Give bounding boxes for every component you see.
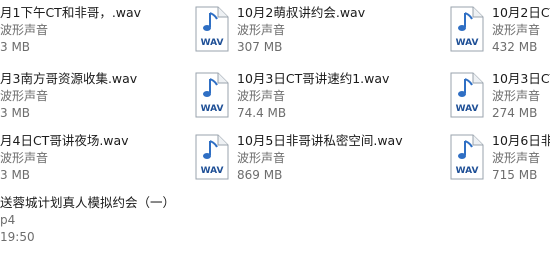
file-type: 波形声音 (492, 151, 541, 165)
file-meta: 送蓉城计划真人模拟约会（一） p4 19:50 (0, 194, 175, 246)
file-type: 波形声音 (492, 23, 541, 37)
wav-badge-text: WAV (456, 38, 479, 48)
file-item[interactable]: WAV 10月2萌叔讲约会.wav 波形声音 307 MB (195, 4, 445, 66)
file-item[interactable]: 送蓉城计划真人模拟约会（一） p4 19:50 (0, 194, 250, 256)
file-name: 10月5日非哥讲私密空间.wav (237, 133, 403, 148)
file-size: 432 MB (492, 40, 538, 54)
file-meta: 10月6日非 波形声音 715 MB (492, 132, 550, 184)
file-size: 307 MB (237, 40, 283, 54)
wav-audio-file-icon: WAV (195, 72, 229, 118)
file-name: 10月2日CT (492, 5, 550, 20)
file-item[interactable]: WAV 10月5日非哥讲私密空间.wav 波形声音 869 MB (195, 132, 445, 194)
file-meta: 10月2日CT 波形声音 432 MB (492, 4, 550, 56)
file-name: 10月3日CT哥讲速约1.wav (237, 71, 390, 86)
file-meta: 月1下午CT和非哥，.wav 波形声音 3 MB (0, 4, 141, 56)
file-name: 送蓉城计划真人模拟约会（一） (0, 195, 176, 210)
file-size: 274 MB (492, 106, 538, 120)
wav-audio-file-icon: WAV (195, 6, 229, 52)
file-type: 波形声音 (237, 151, 286, 165)
wav-audio-file-icon: WAV (450, 6, 484, 52)
file-size: 74.4 MB (237, 106, 287, 120)
file-name: 10月6日非 (492, 133, 550, 148)
file-meta: 10月5日非哥讲私密空间.wav 波形声音 869 MB (237, 132, 403, 184)
file-size: 3 MB (0, 106, 31, 120)
file-type: 波形声音 (0, 151, 49, 165)
file-meta: 月4日CT哥讲夜场.wav 波形声音 3 MB (0, 132, 129, 184)
file-item[interactable]: WAV 10月6日非 波形声音 715 MB (450, 132, 550, 194)
wav-badge-text: WAV (456, 166, 479, 176)
file-type: 波形声音 (237, 23, 286, 37)
file-type: 波形声音 (0, 23, 49, 37)
file-size: 3 MB (0, 40, 31, 54)
file-duration: 19:50 (0, 230, 35, 244)
file-grid: 月1下午CT和非哥，.wav 波形声音 3 MB WAV 10月2萌叔讲约会.w… (0, 0, 550, 252)
wav-audio-file-icon: WAV (450, 72, 484, 118)
wav-audio-file-icon: WAV (450, 134, 484, 180)
file-name: 月1下午CT和非哥，.wav (0, 5, 142, 20)
file-name: 月4日CT哥讲夜场.wav (0, 133, 129, 148)
file-meta: 10月3日CT 波形声音 274 MB (492, 70, 550, 122)
file-size: 869 MB (237, 168, 283, 182)
file-type: 波形声音 (237, 89, 286, 103)
file-type: 波形声音 (492, 89, 541, 103)
file-item[interactable]: WAV 10月3日CT 波形声音 274 MB (450, 70, 550, 132)
wav-badge-text: WAV (201, 104, 224, 114)
file-size: 3 MB (0, 168, 31, 182)
file-meta: 10月2萌叔讲约会.wav 波形声音 307 MB (237, 4, 365, 56)
file-name: 10月3日CT (492, 71, 550, 86)
file-meta: 月3南方哥资源收集.wav 波形声音 3 MB (0, 70, 137, 122)
file-meta: 10月3日CT哥讲速约1.wav 波形声音 74.4 MB (237, 70, 389, 122)
file-item[interactable]: WAV 10月3日CT哥讲速约1.wav 波形声音 74.4 MB (195, 70, 445, 132)
file-name: 10月2萌叔讲约会.wav (237, 5, 366, 20)
file-type: 波形声音 (0, 89, 49, 103)
file-type: p4 (0, 213, 16, 227)
file-item[interactable]: WAV 10月2日CT 波形声音 432 MB (450, 4, 550, 66)
wav-badge-text: WAV (456, 104, 479, 114)
file-name: 月3南方哥资源收集.wav (0, 71, 138, 86)
file-size: 715 MB (492, 168, 538, 182)
wav-audio-file-icon: WAV (195, 134, 229, 180)
wav-badge-text: WAV (201, 166, 224, 176)
wav-badge-text: WAV (201, 38, 224, 48)
